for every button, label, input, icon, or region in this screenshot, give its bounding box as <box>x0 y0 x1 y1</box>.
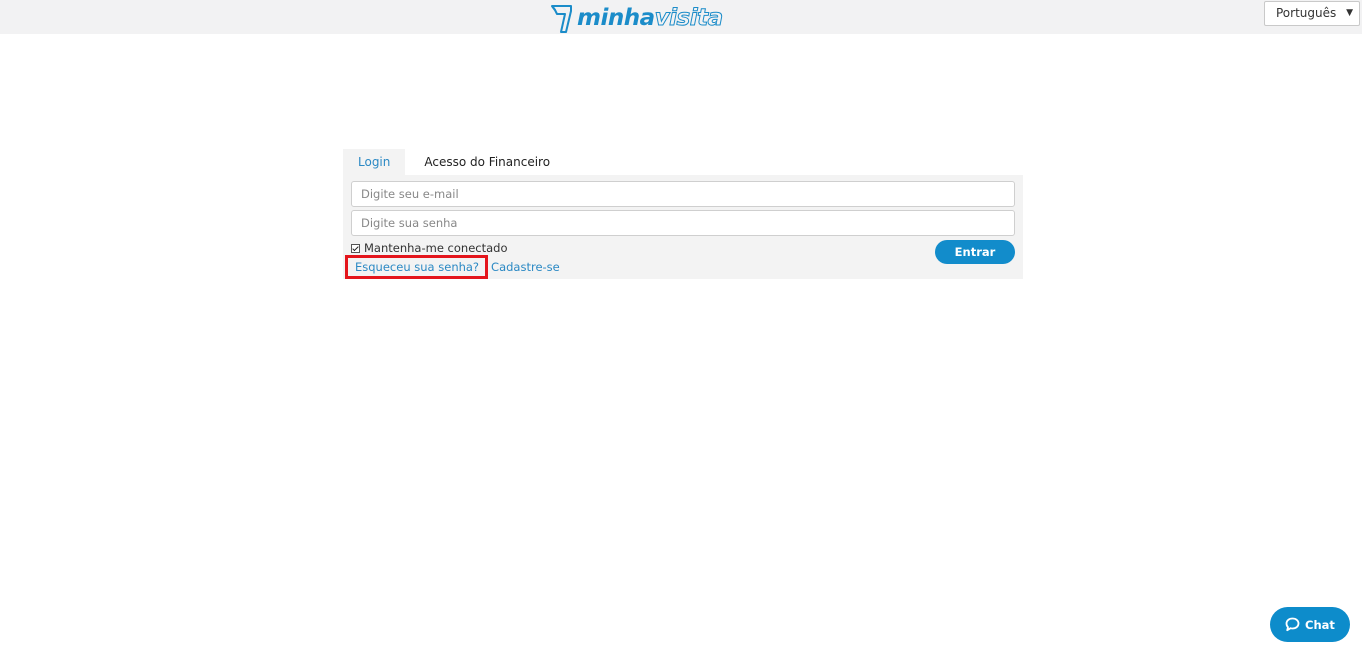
chat-button[interactable]: Chat <box>1270 607 1350 642</box>
remember-me-label: Mantenha-me conectado <box>364 241 508 255</box>
chat-button-label: Chat <box>1305 617 1335 632</box>
logo-text-outline: visita <box>654 5 723 32</box>
password-input[interactable] <box>351 210 1015 236</box>
login-submit-button[interactable]: Entrar <box>935 240 1015 264</box>
top-bar: minhavisita Português ▼ <box>0 0 1362 34</box>
tab-login[interactable]: Login <box>343 149 406 175</box>
logo-text-bold: minha <box>577 5 655 31</box>
logo[interactable]: minhavisita <box>549 2 724 34</box>
language-selected-value: Português <box>1276 6 1337 20</box>
chat-bubble-icon <box>1285 617 1300 632</box>
login-links: Esqueceu sua senha? Cadastre-se <box>345 255 560 279</box>
tab-financial-access[interactable]: Acesso do Financeiro <box>405 149 570 175</box>
login-panel: Mantenha-me conectado Esqueceu sua senha… <box>343 175 1023 279</box>
forgot-password-link[interactable]: Esqueceu sua senha? <box>345 255 489 279</box>
logo-flag-icon <box>551 5 572 33</box>
language-select[interactable]: Português ▼ <box>1264 1 1360 26</box>
email-input[interactable] <box>351 181 1015 207</box>
login-tabs: Login Acesso do Financeiro <box>343 149 570 175</box>
signup-link[interactable]: Cadastre-se <box>491 260 560 274</box>
remember-me: Mantenha-me conectado <box>351 241 508 255</box>
caret-down-icon: ▼ <box>1346 8 1353 18</box>
remember-me-checkbox[interactable] <box>351 243 360 253</box>
logo-wordmark: minhavisita <box>577 3 724 33</box>
